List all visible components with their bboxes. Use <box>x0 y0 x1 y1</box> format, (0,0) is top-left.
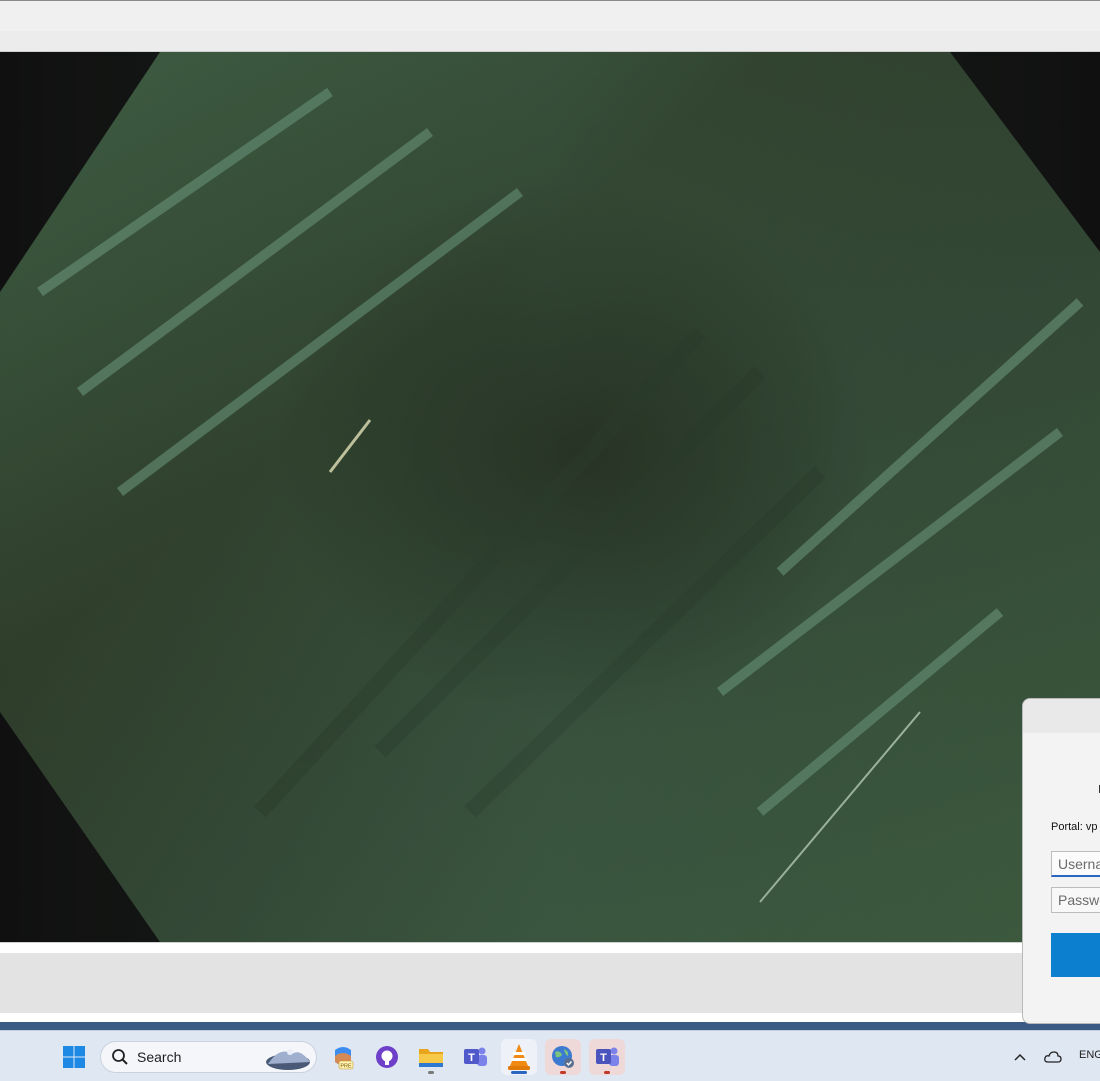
player-controls-area <box>0 942 1100 1023</box>
vpn-login-dialog: Portal: vp <box>1022 698 1100 1024</box>
taskbar-app-teams[interactable]: T <box>457 1039 493 1075</box>
search-highlight-icon <box>266 1049 310 1070</box>
search-placeholder: Search <box>137 1049 182 1065</box>
start-button[interactable] <box>56 1039 92 1075</box>
taskbar-app-github[interactable] <box>369 1039 405 1075</box>
taskbar-app-copilot[interactable]: PRE <box>325 1039 361 1075</box>
desktop-background <box>0 1022 1100 1030</box>
svg-text:PRE: PRE <box>340 1064 352 1070</box>
running-indicator <box>428 1071 434 1074</box>
search-icon <box>112 1049 128 1065</box>
language-indicator[interactable]: ENG <box>1079 1049 1100 1061</box>
file-explorer-icon <box>419 1049 443 1067</box>
taskbar-search-box[interactable]: Search <box>100 1041 317 1073</box>
taskbar: Search PRE T T ENG <box>0 1030 1100 1081</box>
portal-label: Portal: vp <box>1051 821 1098 833</box>
active-indicator <box>511 1071 527 1074</box>
taskbar-app-vlc[interactable] <box>501 1039 537 1075</box>
tray-onedrive-button[interactable] <box>1040 1043 1066 1071</box>
player-controls-bar <box>0 953 1100 1013</box>
svg-text:T: T <box>600 1052 607 1064</box>
teams-icon: T <box>464 1047 487 1066</box>
taskbar-app-teams-2[interactable]: T <box>589 1039 625 1075</box>
video-frame <box>0 52 1100 942</box>
app-title-bar <box>0 0 1100 31</box>
username-input[interactable] <box>1051 851 1100 877</box>
copilot-icon: PRE <box>335 1047 354 1070</box>
svg-text:T: T <box>468 1052 475 1064</box>
tray-overflow-button[interactable] <box>1008 1043 1032 1071</box>
video-viewport[interactable] <box>0 52 1100 942</box>
globe-vpn-icon <box>552 1046 574 1068</box>
taskbar-app-globe[interactable] <box>545 1039 581 1075</box>
teams-alt-icon: T <box>596 1047 619 1066</box>
taskbar-app-file-explorer[interactable] <box>413 1039 449 1075</box>
windows-start-icon <box>63 1046 85 1068</box>
github-desktop-icon <box>376 1046 398 1068</box>
app-toolbar <box>0 31 1100 52</box>
cloud-icon <box>1044 1051 1062 1063</box>
vlc-icon <box>508 1044 530 1070</box>
notification-indicator <box>560 1071 566 1074</box>
dialog-title-bar <box>1023 699 1100 733</box>
connect-button[interactable] <box>1051 933 1100 977</box>
notification-indicator <box>604 1071 610 1074</box>
password-input[interactable] <box>1051 887 1100 913</box>
chevron-up-icon <box>1014 1053 1026 1061</box>
